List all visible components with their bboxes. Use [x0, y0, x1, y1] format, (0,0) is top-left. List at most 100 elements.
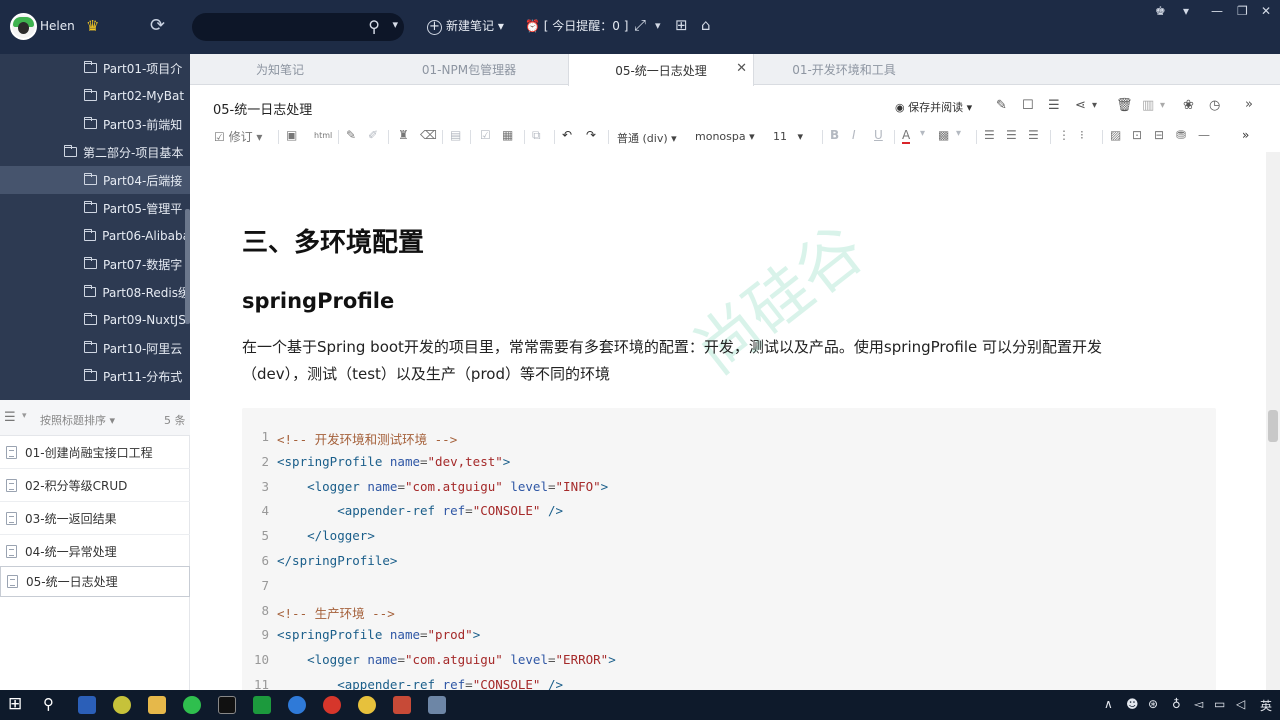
- tree-item[interactable]: Part09-NuxtJS: [0, 306, 190, 334]
- copy-icon[interactable]: ⧉: [532, 128, 541, 143]
- menu-icon[interactable]: ▾: [1183, 4, 1189, 18]
- insert-icon[interactable]: ⊟: [1154, 128, 1164, 142]
- more-icon[interactable]: »: [1245, 97, 1253, 112]
- horizontal-rule-icon[interactable]: —: [1198, 128, 1210, 142]
- scrollbar-thumb[interactable]: [1268, 410, 1278, 442]
- todo-icon[interactable]: ▤: [450, 128, 461, 142]
- encrypt-icon[interactable]: ⛃: [1176, 128, 1186, 142]
- content-scrollbar[interactable]: [1266, 152, 1280, 690]
- list-item[interactable]: 04-统一异常处理: [0, 535, 190, 568]
- speaker-icon[interactable]: ◁: [1236, 697, 1245, 711]
- table-icon[interactable]: ▦: [502, 128, 513, 142]
- bold-icon[interactable]: B: [830, 128, 839, 142]
- wechat-icon[interactable]: [183, 696, 201, 714]
- delete-icon[interactable]: 🗑: [1116, 98, 1133, 113]
- tree-item[interactable]: Part03-前端知: [0, 110, 190, 138]
- skin-icon[interactable]: ♚: [1155, 4, 1166, 18]
- reminder-button[interactable]: ⏰ [ 今日提醒：0 ]: [525, 17, 628, 34]
- font-select[interactable]: monospa ▾: [692, 127, 764, 147]
- list-item[interactable]: 01-创建尚融宝接口工程: [0, 436, 190, 469]
- tab-npm[interactable]: 01-NPM包管理器: [370, 54, 568, 85]
- pen-icon[interactable]: ✎: [346, 128, 356, 142]
- tab-log[interactable]: 05-统一日志处理 ✕: [568, 54, 754, 86]
- word-icon[interactable]: [78, 696, 96, 714]
- paragraph-select[interactable]: 普通 (div) ▾: [614, 127, 684, 147]
- screenshot-icon[interactable]: ⊡: [1132, 128, 1142, 142]
- volume-icon[interactable]: ◅: [1194, 697, 1203, 711]
- tree-item[interactable]: Part02-MyBat: [0, 82, 190, 110]
- tree-item[interactable]: Part01-项目介: [0, 54, 190, 82]
- chevron-down-icon[interactable]: ▾: [1160, 100, 1165, 111]
- tree-item[interactable]: Part11-分布式: [0, 362, 190, 390]
- save-read-button[interactable]: ◉ 保存并阅读 ▾: [895, 99, 972, 115]
- note-title[interactable]: 05-统一日志处理: [213, 99, 312, 118]
- tree-item[interactable]: 第二部分-项目基本: [0, 138, 190, 166]
- tray-app-icon[interactable]: ☻: [1126, 697, 1139, 711]
- app-icon[interactable]: [113, 696, 131, 714]
- chevron-down-icon[interactable]: ▾: [655, 19, 661, 32]
- list-item-active[interactable]: 05-统一日志处理: [0, 566, 190, 597]
- close-icon[interactable]: ✕: [1261, 4, 1271, 18]
- underline-icon[interactable]: U: [874, 128, 883, 142]
- chevron-up-icon[interactable]: ∧: [1104, 697, 1113, 711]
- tree-item[interactable]: Part10-阿里云: [0, 334, 190, 362]
- network-icon[interactable]: ▭: [1214, 697, 1225, 711]
- avatar[interactable]: [10, 13, 37, 40]
- apps-grid-icon[interactable]: ⊞: [675, 16, 688, 34]
- history-icon[interactable]: ☰: [1048, 98, 1060, 113]
- tab-wiz[interactable]: 为知笔记: [190, 54, 370, 85]
- app-icon[interactable]: [253, 696, 271, 714]
- wiznote-icon[interactable]: [428, 696, 446, 714]
- chrome-icon[interactable]: [358, 696, 376, 714]
- chevron-down-icon[interactable]: ▾: [392, 18, 398, 31]
- tree-item-selected[interactable]: Part04-后端接: [0, 166, 190, 194]
- reminder-clock-icon[interactable]: ◷: [1209, 98, 1220, 113]
- align-right-icon[interactable]: ☰: [1028, 128, 1039, 142]
- html-button[interactable]: html: [314, 131, 332, 140]
- search-box[interactable]: ⚲ ▾: [192, 13, 404, 41]
- chevron-down-icon[interactable]: ▾: [920, 128, 925, 139]
- eraser-icon[interactable]: ⌫: [420, 128, 437, 142]
- windows-start-icon[interactable]: ⊞: [8, 694, 22, 714]
- tree-item[interactable]: Part07-数据字: [0, 250, 190, 278]
- search-icon[interactable]: ⚲: [368, 17, 380, 36]
- more-icon[interactable]: »: [1242, 128, 1249, 142]
- chevron-down-icon[interactable]: ▾: [1092, 100, 1097, 111]
- home-icon[interactable]: ⌂: [701, 16, 711, 34]
- chevron-down-icon[interactable]: ▾: [22, 411, 27, 421]
- expand-icon[interactable]: ⤢: [634, 16, 646, 34]
- format-painter-icon[interactable]: ♜: [398, 128, 409, 142]
- app-icon[interactable]: [393, 696, 411, 714]
- new-note-button[interactable]: + 新建笔记 ▾: [427, 17, 504, 35]
- minimize-icon[interactable]: —: [1211, 4, 1223, 18]
- save-icon[interactable]: ▣: [286, 128, 297, 142]
- attachment-icon[interactable]: ✎: [996, 98, 1007, 113]
- highlighter-icon[interactable]: ✐: [368, 128, 378, 142]
- font-size-select[interactable]: 11 ▾: [770, 127, 816, 147]
- list-item[interactable]: 02-积分等级CRUD: [0, 469, 190, 502]
- sync-icon[interactable]: ⟳: [150, 15, 165, 36]
- redo-icon[interactable]: ↷: [586, 128, 596, 142]
- browser-icon[interactable]: [288, 696, 306, 714]
- app-icon[interactable]: [323, 696, 341, 714]
- search-icon[interactable]: ⚲: [43, 695, 54, 713]
- list-item[interactable]: 03-统一返回结果: [0, 502, 190, 535]
- close-tab-icon[interactable]: ✕: [736, 61, 747, 76]
- checkbox-icon[interactable]: ☑: [480, 128, 491, 142]
- code-block[interactable]: 1 <!-- 开发环境和测试环境 --> 2 <springProfile name=…: [242, 408, 1216, 698]
- italic-icon[interactable]: I: [852, 128, 856, 142]
- chevron-down-icon[interactable]: ▾: [956, 128, 961, 139]
- tray-app-icon[interactable]: ⊛: [1148, 697, 1158, 711]
- ime-indicator[interactable]: 英: [1260, 697, 1272, 714]
- ordered-list-icon[interactable]: ⋮: [1058, 128, 1070, 142]
- file-explorer-icon[interactable]: [148, 696, 166, 714]
- weibo-icon[interactable]: ❀: [1183, 98, 1194, 113]
- layout-icon[interactable]: ▥: [1142, 98, 1154, 113]
- sort-icon[interactable]: ☰: [4, 410, 16, 425]
- image-icon[interactable]: ▨: [1110, 128, 1121, 142]
- intellij-icon[interactable]: [218, 696, 236, 714]
- font-color-icon[interactable]: A: [902, 128, 911, 144]
- tree-item[interactable]: Part08-Redis缓: [0, 278, 190, 306]
- share-icon[interactable]: ⋖: [1075, 98, 1086, 113]
- username[interactable]: Helen: [40, 19, 75, 33]
